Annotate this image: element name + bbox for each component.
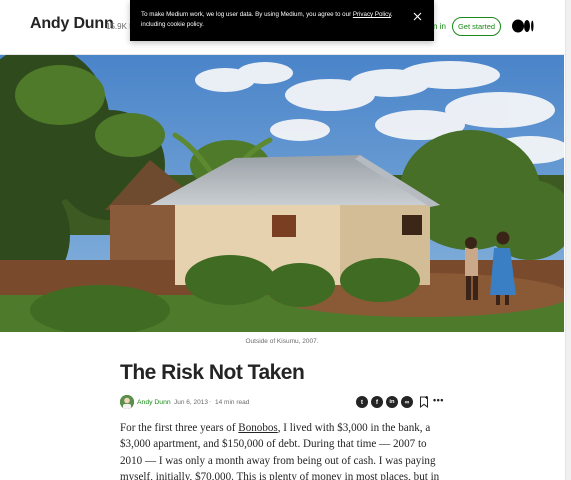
bonobos-link[interactable]: Bonobos [238, 422, 277, 434]
cookie-banner: To make Medium work, we log user data. B… [130, 0, 434, 41]
twitter-icon[interactable]: t [356, 396, 368, 408]
scrollbar[interactable] [565, 0, 571, 480]
privacy-policy-link[interactable]: Privacy Policy [353, 11, 391, 18]
medium-logo-icon[interactable] [512, 19, 534, 33]
link-icon[interactable]: ∞ [401, 396, 413, 408]
article-body: For the first three years of Bonobos, I … [120, 420, 450, 480]
body-paragraph: For the first three years of Bonobos, I … [120, 422, 440, 480]
close-icon[interactable] [413, 12, 422, 21]
author-avatar[interactable] [120, 395, 134, 409]
hero-caption: Outside of Kisumu, 2007. [245, 338, 319, 345]
avatar-image [120, 395, 134, 409]
bookmark-icon[interactable] [419, 396, 429, 408]
publication-brand[interactable]: Andy Dunn [30, 15, 114, 33]
publish-date[interactable]: Jun 6, 2013 [174, 399, 208, 406]
article-meta: Andy Dunn Jun 6, 2013 · 14 min read t f … [120, 395, 450, 411]
get-started-button[interactable]: Get started [452, 17, 501, 36]
hero-photo [0, 55, 564, 332]
read-time: 14 min read [215, 399, 250, 406]
sign-in-link[interactable]: n in [433, 22, 446, 31]
cookie-text: To make Medium work, we log user data. B… [141, 11, 393, 28]
linkedin-icon[interactable]: in [386, 396, 398, 408]
author-name[interactable]: Andy Dunn [137, 399, 171, 406]
meta-separator: · [209, 398, 212, 405]
facebook-icon[interactable]: f [371, 396, 383, 408]
more-options-icon[interactable]: ••• [433, 395, 444, 405]
article-title: The Risk Not Taken [120, 361, 305, 384]
